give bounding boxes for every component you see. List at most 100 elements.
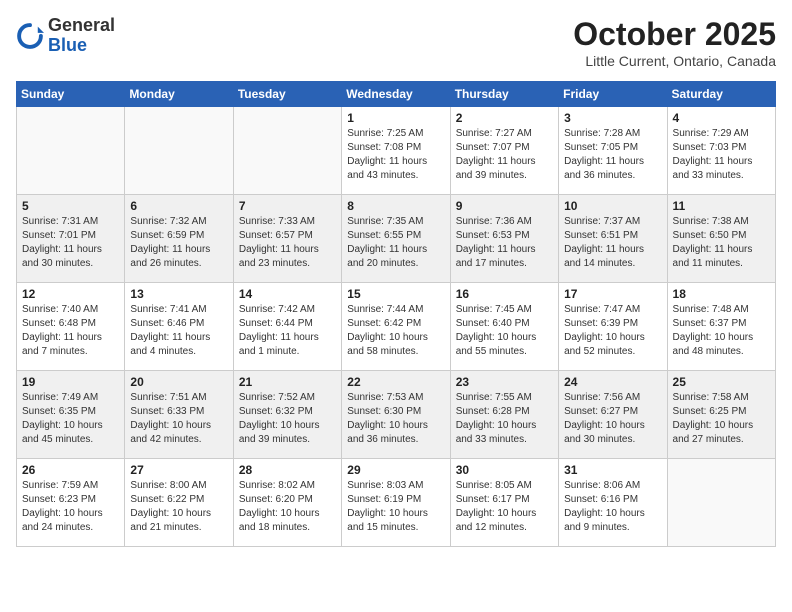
day-number: 15 [347, 287, 444, 301]
weekday-header-saturday: Saturday [667, 82, 775, 107]
calendar-week-row: 1 Sunrise: 7:25 AM Sunset: 7:08 PM Daylig… [17, 107, 776, 195]
calendar-day-cell [125, 107, 233, 195]
calendar-day-cell: 11 Sunrise: 7:38 AM Sunset: 6:50 PM Dayli… [667, 195, 775, 283]
day-info: Sunrise: 7:44 AM Sunset: 6:42 PM Dayligh… [347, 303, 444, 359]
calendar-day-cell: 22Sunrise: 7:53 AM Sunset: 6:30 PM Dayli… [342, 371, 450, 459]
calendar-day-cell: 3 Sunrise: 7:28 AM Sunset: 7:05 PM Daylig… [559, 107, 667, 195]
day-number: 10 [564, 199, 661, 213]
calendar-day-cell: 28 Sunrise: 8:02 AM Sunset: 6:20 PM Dayli… [233, 459, 341, 547]
calendar-day-cell: 13Sunrise: 7:41 AM Sunset: 6:46 PM Dayli… [125, 283, 233, 371]
day-number: 20 [130, 375, 227, 389]
day-number: 5 [22, 199, 119, 213]
calendar-day-cell: 9Sunrise: 7:36 AM Sunset: 6:53 PM Daylig… [450, 195, 558, 283]
weekday-header-friday: Friday [559, 82, 667, 107]
day-number: 3 [564, 111, 661, 125]
day-info: Sunrise: 7:31 AM Sunset: 7:01 PM Dayligh… [22, 215, 119, 271]
day-info: Sunrise: 7:42 AM Sunset: 6:44 PM Dayligh… [239, 303, 336, 359]
month-title: October 2025 [573, 16, 776, 53]
day-number: 25 [673, 375, 770, 389]
day-number: 12 [22, 287, 119, 301]
weekday-header-tuesday: Tuesday [233, 82, 341, 107]
calendar-week-row: 5 Sunrise: 7:31 AM Sunset: 7:01 PM Daylig… [17, 195, 776, 283]
day-number: 14 [239, 287, 336, 301]
calendar-day-cell: 29Sunrise: 8:03 AM Sunset: 6:19 PM Dayli… [342, 459, 450, 547]
day-number: 17 [564, 287, 661, 301]
day-number: 30 [456, 463, 553, 477]
day-info: Sunrise: 8:06 AM Sunset: 6:16 PM Dayligh… [564, 479, 661, 535]
day-number: 21 [239, 375, 336, 389]
page-header: General Blue October 2025 Little Current… [16, 16, 776, 69]
calendar-day-cell: 31Sunrise: 8:06 AM Sunset: 6:16 PM Dayli… [559, 459, 667, 547]
calendar-day-cell: 21 Sunrise: 7:52 AM Sunset: 6:32 PM Dayli… [233, 371, 341, 459]
day-info: Sunrise: 8:05 AM Sunset: 6:17 PM Dayligh… [456, 479, 553, 535]
day-number: 2 [456, 111, 553, 125]
calendar-day-cell: 20 Sunrise: 7:51 AM Sunset: 6:33 PM Dayli… [125, 371, 233, 459]
day-info: Sunrise: 7:52 AM Sunset: 6:32 PM Dayligh… [239, 391, 336, 447]
calendar-day-cell [17, 107, 125, 195]
day-info: Sunrise: 7:49 AM Sunset: 6:35 PM Dayligh… [22, 391, 119, 447]
day-info: Sunrise: 7:33 AM Sunset: 6:57 PM Dayligh… [239, 215, 336, 271]
day-number: 8 [347, 199, 444, 213]
day-number: 11 [673, 199, 770, 213]
calendar-week-row: 19 Sunrise: 7:49 AM Sunset: 6:35 PM Dayli… [17, 371, 776, 459]
day-number: 27 [130, 463, 227, 477]
calendar-week-row: 12 Sunrise: 7:40 AM Sunset: 6:48 PM Dayli… [17, 283, 776, 371]
calendar-day-cell: 24 Sunrise: 7:56 AM Sunset: 6:27 PM Dayli… [559, 371, 667, 459]
calendar-day-cell: 8Sunrise: 7:35 AM Sunset: 6:55 PM Daylig… [342, 195, 450, 283]
day-info: Sunrise: 7:25 AM Sunset: 7:08 PM Dayligh… [347, 127, 444, 183]
calendar-day-cell [233, 107, 341, 195]
calendar-header-row: SundayMondayTuesdayWednesdayThursdayFrid… [17, 82, 776, 107]
calendar-day-cell: 25 Sunrise: 7:58 AM Sunset: 6:25 PM Dayli… [667, 371, 775, 459]
calendar-day-cell: 7 Sunrise: 7:33 AM Sunset: 6:57 PM Daylig… [233, 195, 341, 283]
weekday-header-wednesday: Wednesday [342, 82, 450, 107]
weekday-header-monday: Monday [125, 82, 233, 107]
calendar-day-cell: 5 Sunrise: 7:31 AM Sunset: 7:01 PM Daylig… [17, 195, 125, 283]
calendar-day-cell: 17Sunrise: 7:47 AM Sunset: 6:39 PM Dayli… [559, 283, 667, 371]
day-info: Sunrise: 8:00 AM Sunset: 6:22 PM Dayligh… [130, 479, 227, 535]
day-info: Sunrise: 7:48 AM Sunset: 6:37 PM Dayligh… [673, 303, 770, 359]
calendar-day-cell: 2 Sunrise: 7:27 AM Sunset: 7:07 PM Daylig… [450, 107, 558, 195]
day-info: Sunrise: 7:59 AM Sunset: 6:23 PM Dayligh… [22, 479, 119, 535]
day-info: Sunrise: 7:45 AM Sunset: 6:40 PM Dayligh… [456, 303, 553, 359]
day-info: Sunrise: 7:32 AM Sunset: 6:59 PM Dayligh… [130, 215, 227, 271]
day-info: Sunrise: 7:56 AM Sunset: 6:27 PM Dayligh… [564, 391, 661, 447]
calendar-day-cell: 23Sunrise: 7:55 AM Sunset: 6:28 PM Dayli… [450, 371, 558, 459]
day-number: 1 [347, 111, 444, 125]
day-info: Sunrise: 7:27 AM Sunset: 7:07 PM Dayligh… [456, 127, 553, 183]
calendar-day-cell: 15 Sunrise: 7:44 AM Sunset: 6:42 PM Dayli… [342, 283, 450, 371]
day-number: 18 [673, 287, 770, 301]
day-number: 22 [347, 375, 444, 389]
day-info: Sunrise: 7:55 AM Sunset: 6:28 PM Dayligh… [456, 391, 553, 447]
calendar-day-cell: 30 Sunrise: 8:05 AM Sunset: 6:17 PM Dayli… [450, 459, 558, 547]
day-number: 28 [239, 463, 336, 477]
day-number: 4 [673, 111, 770, 125]
day-info: Sunrise: 7:58 AM Sunset: 6:25 PM Dayligh… [673, 391, 770, 447]
day-number: 19 [22, 375, 119, 389]
day-info: Sunrise: 7:41 AM Sunset: 6:46 PM Dayligh… [130, 303, 227, 359]
calendar-day-cell: 18 Sunrise: 7:48 AM Sunset: 6:37 PM Dayli… [667, 283, 775, 371]
calendar-day-cell: 12 Sunrise: 7:40 AM Sunset: 6:48 PM Dayli… [17, 283, 125, 371]
day-info: Sunrise: 7:38 AM Sunset: 6:50 PM Dayligh… [673, 215, 770, 271]
logo-icon [16, 22, 44, 50]
logo: General Blue [16, 16, 115, 56]
day-info: Sunrise: 8:02 AM Sunset: 6:20 PM Dayligh… [239, 479, 336, 535]
day-info: Sunrise: 7:40 AM Sunset: 6:48 PM Dayligh… [22, 303, 119, 359]
day-number: 24 [564, 375, 661, 389]
day-info: Sunrise: 7:37 AM Sunset: 6:51 PM Dayligh… [564, 215, 661, 271]
day-number: 7 [239, 199, 336, 213]
calendar-day-cell: 14 Sunrise: 7:42 AM Sunset: 6:44 PM Dayli… [233, 283, 341, 371]
location-subtitle: Little Current, Ontario, Canada [573, 53, 776, 69]
calendar-day-cell: 1 Sunrise: 7:25 AM Sunset: 7:08 PM Daylig… [342, 107, 450, 195]
calendar-day-cell: 19 Sunrise: 7:49 AM Sunset: 6:35 PM Dayli… [17, 371, 125, 459]
day-number: 29 [347, 463, 444, 477]
calendar-day-cell: 4 Sunrise: 7:29 AM Sunset: 7:03 PM Daylig… [667, 107, 775, 195]
day-info: Sunrise: 7:28 AM Sunset: 7:05 PM Dayligh… [564, 127, 661, 183]
calendar-week-row: 26 Sunrise: 7:59 AM Sunset: 6:23 PM Dayli… [17, 459, 776, 547]
calendar-day-cell: 27 Sunrise: 8:00 AM Sunset: 6:22 PM Dayli… [125, 459, 233, 547]
calendar-day-cell: 26 Sunrise: 7:59 AM Sunset: 6:23 PM Dayli… [17, 459, 125, 547]
day-info: Sunrise: 7:29 AM Sunset: 7:03 PM Dayligh… [673, 127, 770, 183]
day-number: 26 [22, 463, 119, 477]
day-info: Sunrise: 7:51 AM Sunset: 6:33 PM Dayligh… [130, 391, 227, 447]
weekday-header-thursday: Thursday [450, 82, 558, 107]
weekday-header-sunday: Sunday [17, 82, 125, 107]
